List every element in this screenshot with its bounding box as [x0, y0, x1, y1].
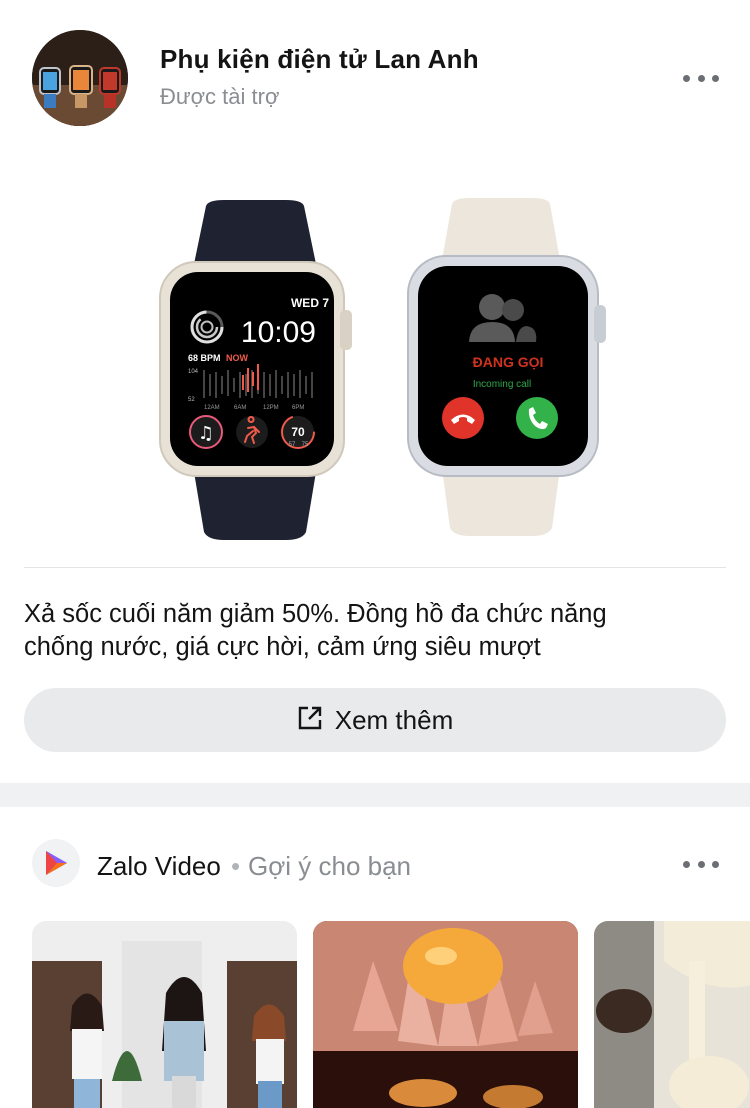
call-sub: Incoming call	[473, 379, 531, 390]
axis-label: 12AM	[204, 405, 220, 411]
post-more-icon[interactable]	[683, 70, 719, 86]
video-thumbnail[interactable]	[32, 921, 297, 1108]
complication-value: 70	[291, 425, 305, 439]
feed-separator	[0, 783, 750, 807]
section-subtitle: Gợi ý cho bạn	[248, 851, 412, 881]
section-more-icon[interactable]	[683, 856, 719, 872]
accept-call-icon	[516, 397, 558, 439]
video-thumbnail[interactable]	[594, 921, 750, 1108]
watch-time: 10:09	[241, 316, 316, 349]
watch-date: WED 7	[291, 296, 329, 310]
video-thumbnail[interactable]	[313, 921, 578, 1108]
sponsored-post: Phụ kiện điện tử Lan Anh Được tài trợ WE…	[0, 0, 750, 783]
axis-label: 12PM	[263, 405, 279, 411]
post-caption: Xả sốc cuối năm giảm 50%. Đồng hồ đa chứ…	[24, 598, 724, 664]
complication-low: 57	[289, 442, 296, 448]
caption-line-1: Xả sốc cuối năm giảm 50%. Đồng hồ đa chứ…	[24, 600, 607, 628]
external-link-icon	[297, 705, 323, 736]
heart-rate: 68 BPM	[188, 353, 221, 363]
section-title[interactable]: Zalo Video	[97, 851, 221, 882]
see-more-button[interactable]: Xem thêm	[24, 688, 726, 752]
see-more-label: Xem thêm	[334, 704, 454, 735]
zalo-video-logo-icon[interactable]	[32, 839, 80, 887]
complication-high: 75	[302, 442, 309, 448]
caption-line-2: chống nước, giá cực hời, cảm ứng siêu mư…	[24, 633, 541, 661]
section-separator-dot: •	[231, 851, 241, 881]
image-divider	[24, 567, 726, 568]
graph-low: 52	[188, 397, 195, 403]
ad-image[interactable]: WED 7 10:09 68 BPM NOW 104 52 12AM 6AM 1…	[24, 150, 726, 558]
page-name[interactable]: Phụ kiện điện tử Lan Anh	[160, 44, 479, 75]
call-status: ĐANG GỌI	[473, 354, 544, 370]
video-suggestions-section: Zalo Video • Gợi ý cho bạn	[0, 807, 750, 1108]
graph-high: 104	[188, 369, 199, 375]
heart-now: NOW	[226, 353, 249, 363]
axis-label: 6AM	[234, 405, 246, 411]
decline-call-icon	[442, 397, 484, 439]
music-icon: ♫	[198, 423, 214, 444]
sponsored-label: Được tài trợ	[160, 84, 280, 109]
page-avatar[interactable]	[32, 30, 128, 126]
axis-label: 6PM	[292, 405, 304, 411]
